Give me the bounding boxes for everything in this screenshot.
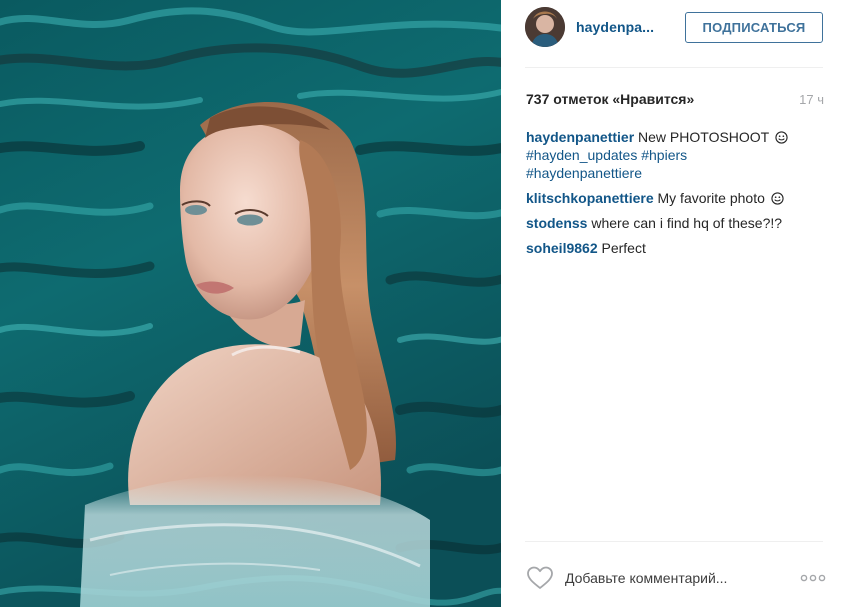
hashtag-link[interactable]: #hpiers: [641, 147, 687, 163]
comment-text: My favorite photo: [657, 190, 765, 206]
more-options-icon[interactable]: [799, 571, 827, 585]
comment-text: Perfect: [601, 240, 646, 256]
comment-username[interactable]: stodenss: [526, 215, 587, 231]
comment-text: where can i find hq of these?!?: [591, 215, 783, 231]
smiley-icon: [771, 192, 784, 205]
post-author-username[interactable]: haydenpa...: [576, 19, 654, 35]
hashtag-link[interactable]: #haydenpanettiere: [526, 165, 642, 181]
comment-username[interactable]: soheil9862: [526, 240, 598, 256]
post-header: haydenpa... ПОДПИСАТЬСЯ: [525, 0, 823, 68]
post-meta: 737 отметок «Нравится» 17 ч: [525, 89, 824, 109]
likes-count[interactable]: 737 отметок «Нравится»: [526, 91, 694, 107]
follow-button[interactable]: ПОДПИСАТЬСЯ: [685, 12, 823, 43]
comment-username[interactable]: klitschkopanettiere: [526, 190, 654, 206]
comment-item: klitschkopanettiere My favorite photo: [526, 189, 824, 207]
photo-image: [0, 0, 501, 607]
caption-username[interactable]: haydenpanettier: [526, 129, 634, 145]
avatar-image: [525, 7, 565, 47]
comment-item: soheil9862 Perfect: [526, 239, 824, 257]
heart-outline-icon[interactable]: [526, 566, 554, 590]
post-side-panel: haydenpa... ПОДПИСАТЬСЯ 737 отметок «Нра…: [501, 0, 847, 607]
post-timestamp[interactable]: 17 ч: [799, 92, 824, 107]
post-caption: haydenpanettier New PHOTOSHOOT #hayden_u…: [526, 128, 824, 182]
post-actions: [525, 541, 826, 607]
hashtag-link[interactable]: #hayden_updates: [526, 147, 637, 163]
comment-input[interactable]: [565, 566, 785, 590]
comments-list: haydenpanettier New PHOTOSHOOT #hayden_u…: [526, 128, 824, 264]
post-photo[interactable]: [0, 0, 501, 607]
smiley-icon: [775, 131, 788, 144]
caption-text: New PHOTOSHOOT: [638, 129, 769, 145]
comment-item: stodenss where can i find hq of these?!?: [526, 214, 824, 232]
avatar[interactable]: [525, 7, 565, 47]
